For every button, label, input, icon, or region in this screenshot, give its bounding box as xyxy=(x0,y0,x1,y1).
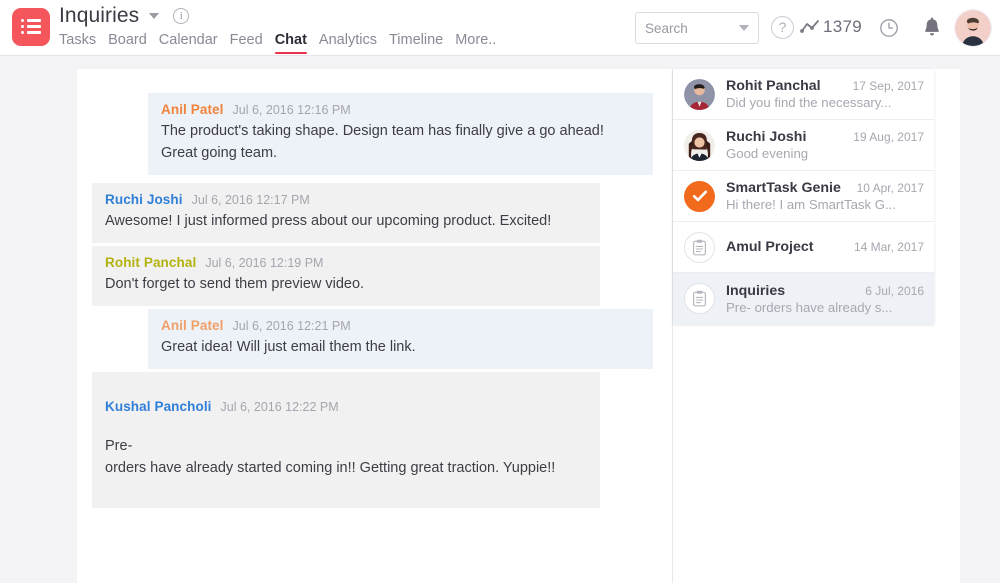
notification-bell-icon[interactable] xyxy=(922,17,942,39)
chat-message-author: Kushal Pancholi xyxy=(105,399,212,414)
chat-message-text: The product's taking shape. Design team … xyxy=(161,120,640,164)
list-item-text: Ruchi Joshi 19 Aug, 2017 Good evening xyxy=(726,129,924,161)
info-icon[interactable]: i xyxy=(173,8,189,24)
tab-feed[interactable]: Feed xyxy=(230,32,263,54)
list-item[interactable]: SmartTask Genie 10 Apr, 2017 Hi there! I… xyxy=(673,171,934,222)
conversation-preview: Good evening xyxy=(726,146,924,161)
search-placeholder: Search xyxy=(645,21,739,36)
streak-count: 1379 xyxy=(823,17,862,37)
chat-message-text: Don't forget to send them preview video. xyxy=(105,273,587,295)
clipboard-icon xyxy=(684,283,715,314)
contact-avatar xyxy=(684,130,715,161)
trend-line-icon xyxy=(800,19,820,35)
chat-message-header: Anil Patel Jul 6, 2016 12:16 PM xyxy=(161,102,640,117)
chat-message-time: Jul 6, 2016 12:21 PM xyxy=(233,319,351,333)
conversation-date: 19 Aug, 2017 xyxy=(853,130,924,144)
list-item[interactable]: Inquiries 6 Jul, 2016 Pre- orders have a… xyxy=(673,273,934,324)
checkmark-circle-icon xyxy=(684,181,715,212)
conversation-date: 17 Sep, 2017 xyxy=(853,79,924,93)
chevron-down-icon[interactable] xyxy=(149,13,159,19)
tab-analytics[interactable]: Analytics xyxy=(319,32,377,54)
chat-message-time: Jul 6, 2016 12:16 PM xyxy=(233,103,351,117)
clock-icon[interactable] xyxy=(879,18,899,38)
list-item-text: Rohit Panchal 17 Sep, 2017 Did you find … xyxy=(726,78,924,110)
list-menu-glyph xyxy=(21,19,41,35)
chat-message-author: Anil Patel xyxy=(161,318,224,333)
chat-message-time: Jul 6, 2016 12:19 PM xyxy=(205,256,323,270)
chat-message-text: Great idea! Will just email them the lin… xyxy=(161,336,640,358)
conversation-name: Amul Project xyxy=(726,232,814,263)
project-title-row[interactable]: Inquiries i xyxy=(59,4,189,28)
tab-timeline[interactable]: Timeline xyxy=(389,32,443,54)
conversation-date: 10 Apr, 2017 xyxy=(857,181,924,195)
chat-message-time: Jul 6, 2016 12:17 PM xyxy=(192,193,310,207)
tab-chat[interactable]: Chat xyxy=(275,32,307,54)
list-item-title-row: SmartTask Genie 10 Apr, 2017 xyxy=(726,180,924,196)
chat-message[interactable]: Kushal Pancholi Jul 6, 2016 12:22 PM Pre… xyxy=(92,372,600,508)
conversation-preview: Did you find the necessary... xyxy=(726,95,924,110)
clipboard-icon xyxy=(684,232,715,263)
chat-message-header: Kushal Pancholi Jul 6, 2016 12:22 PM xyxy=(105,399,587,414)
chat-message-time: Jul 6, 2016 12:22 PM xyxy=(221,400,339,414)
streak-counter[interactable]: 1379 xyxy=(800,17,862,37)
chat-message[interactable]: Anil Patel Jul 6, 2016 12:21 PM Great id… xyxy=(148,309,653,369)
chevron-down-icon[interactable] xyxy=(739,25,749,31)
page-body: Anil Patel Jul 6, 2016 12:16 PM The prod… xyxy=(0,56,1000,583)
list-item-title-row: Rohit Panchal 17 Sep, 2017 xyxy=(726,78,924,94)
chat-message-text: Awesome! I just informed press about our… xyxy=(105,210,587,232)
tab-more[interactable]: More.. xyxy=(455,32,496,54)
tab-tasks[interactable]: Tasks xyxy=(59,32,96,54)
chat-message-author: Anil Patel xyxy=(161,102,224,117)
conversation-name: SmartTask Genie xyxy=(726,180,841,196)
contact-avatar xyxy=(684,79,715,110)
list-item[interactable]: Rohit Panchal 17 Sep, 2017 Did you find … xyxy=(673,69,934,120)
list-item-text: Inquiries 6 Jul, 2016 Pre- orders have a… xyxy=(726,283,924,315)
chat-message[interactable]: Ruchi Joshi Jul 6, 2016 12:17 PM Awesome… xyxy=(92,183,600,243)
content-card: Anil Patel Jul 6, 2016 12:16 PM The prod… xyxy=(77,69,960,583)
tab-calendar[interactable]: Calendar xyxy=(159,32,218,54)
tab-board[interactable]: Board xyxy=(108,32,147,54)
chat-message[interactable]: Rohit Panchal Jul 6, 2016 12:19 PM Don't… xyxy=(92,246,600,306)
chat-message-header: Rohit Panchal Jul 6, 2016 12:19 PM xyxy=(105,255,587,270)
smarttask-chat-app: Inquiries i Tasks Board Calendar Feed Ch… xyxy=(0,0,1000,583)
avatar[interactable] xyxy=(954,9,992,47)
list-item[interactable]: Ruchi Joshi 19 Aug, 2017 Good evening xyxy=(673,120,934,171)
conversation-name: Inquiries xyxy=(726,283,785,299)
list-item[interactable]: Amul Project 14 Mar, 2017 xyxy=(673,222,934,273)
list-item-title-row: Inquiries 6 Jul, 2016 xyxy=(726,283,924,299)
list-item-text: Amul Project 14 Mar, 2017 xyxy=(726,232,924,263)
chat-message-author: Rohit Panchal xyxy=(105,255,196,270)
conversation-preview: Pre- orders have already s... xyxy=(726,300,924,315)
chat-message-header: Ruchi Joshi Jul 6, 2016 12:17 PM xyxy=(105,192,587,207)
chat-message[interactable]: Anil Patel Jul 6, 2016 12:16 PM The prod… xyxy=(148,93,653,175)
conversation-name: Rohit Panchal xyxy=(726,78,821,94)
list-item-text: SmartTask Genie 10 Apr, 2017 Hi there! I… xyxy=(726,180,924,212)
search-input[interactable]: Search xyxy=(635,12,759,44)
chat-message-author: Ruchi Joshi xyxy=(105,192,183,207)
chat-message-header: Anil Patel Jul 6, 2016 12:21 PM xyxy=(161,318,640,333)
list-item-title-row: Amul Project 14 Mar, 2017 xyxy=(726,232,924,263)
list-item-title-row: Ruchi Joshi 19 Aug, 2017 xyxy=(726,129,924,145)
conversation-sidebar: Rohit Panchal 17 Sep, 2017 Did you find … xyxy=(673,69,960,583)
chat-message-text: Pre- orders have already started coming … xyxy=(105,435,587,479)
conversation-preview: Hi there! I am SmartTask G... xyxy=(726,197,924,212)
page-title: Inquiries xyxy=(59,4,139,28)
tab-bar: Tasks Board Calendar Feed Chat Analytics… xyxy=(59,32,496,54)
conversation-date: 6 Jul, 2016 xyxy=(865,284,924,298)
conversation-date: 14 Mar, 2017 xyxy=(854,240,924,254)
list-menu-icon[interactable] xyxy=(12,8,50,46)
conversation-list: Rohit Panchal 17 Sep, 2017 Did you find … xyxy=(673,69,934,324)
question-mark-icon[interactable]: ? xyxy=(771,16,794,39)
chat-message-list: Anil Patel Jul 6, 2016 12:16 PM The prod… xyxy=(77,69,672,583)
conversation-name: Ruchi Joshi xyxy=(726,129,806,145)
app-header: Inquiries i Tasks Board Calendar Feed Ch… xyxy=(0,0,1000,56)
